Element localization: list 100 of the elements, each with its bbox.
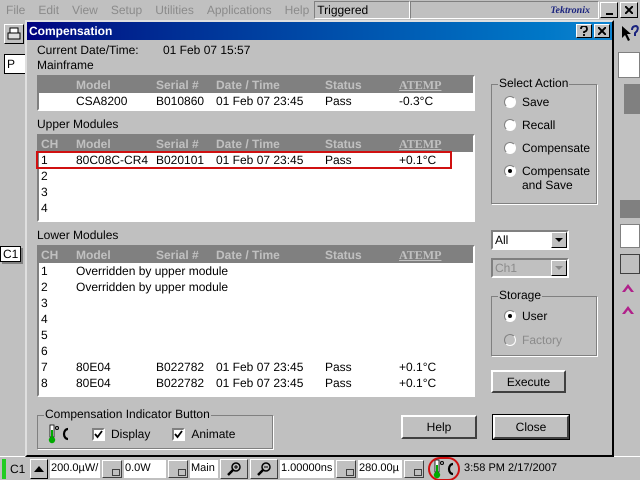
- spin-control-icon[interactable]: [102, 460, 122, 478]
- column-header: CH: [40, 247, 60, 264]
- table-cell-text: 7: [40, 359, 49, 376]
- table-cell-text: 01 Feb 07 23:45: [215, 375, 304, 392]
- table-row[interactable]: 2 Overridden by upper module: [39, 279, 473, 295]
- table-row[interactable]: 8 80E04 B022782 01 Feb 07 23:45 Pass +0.1°C: [39, 375, 473, 391]
- table-row[interactable]: CSA8200 B010860 01 Feb 07 23:45 Pass -0.3°C: [39, 93, 473, 109]
- table-row[interactable]: 4: [39, 200, 473, 216]
- column-header: Status: [324, 136, 363, 153]
- radio-button[interactable]: [504, 310, 516, 322]
- section-label: Mainframe: [37, 58, 95, 73]
- radio-button[interactable]: [504, 119, 516, 131]
- table-cell-text: B022782: [155, 375, 206, 392]
- column-header: Model: [75, 247, 112, 264]
- radio-button[interactable]: [504, 96, 516, 108]
- minimize-button[interactable]: [600, 2, 618, 18]
- column-header: Serial #: [155, 136, 200, 153]
- thermometer-icon: [433, 458, 455, 478]
- table-row[interactable]: 1 Overridden by upper module: [39, 263, 473, 279]
- table-cell-text: 2: [40, 279, 49, 296]
- table-cell-text: +0.1°C: [398, 152, 438, 169]
- column-header: ATEMP: [398, 136, 442, 153]
- value-field[interactable]: 280.00µ: [358, 460, 402, 478]
- value-field[interactable]: 0.0W: [124, 460, 166, 478]
- radio-label: Recall: [522, 118, 556, 132]
- spin-control-icon[interactable]: [336, 460, 356, 478]
- column-header: CH: [40, 136, 60, 153]
- column-header: Status: [324, 77, 363, 94]
- table-row[interactable]: 6: [39, 343, 473, 359]
- zoom-out-button[interactable]: [250, 458, 278, 478]
- group-label: Compensation Indicator Button: [44, 407, 211, 422]
- table-row[interactable]: 3: [39, 184, 473, 200]
- execute-button[interactable]: Execute: [491, 370, 566, 393]
- scroll-block: [624, 84, 640, 114]
- close-button[interactable]: [594, 24, 610, 38]
- table-cell-text: 01 Feb 07 23:45: [215, 93, 304, 110]
- radio-label: Save: [522, 95, 550, 109]
- radio-button[interactable]: [504, 142, 516, 154]
- checkbox-label: Display: [111, 426, 150, 443]
- table-row[interactable]: 1 80C08C-CR4 B020101 01 Feb 07 23:45 Pass +0.1°C: [37, 152, 451, 168]
- table-cell-text: Pass: [324, 93, 353, 110]
- dialog-button[interactable]: Help: [401, 415, 477, 439]
- table-cell-text: 80E04: [75, 359, 112, 376]
- value-field[interactable]: 1.00000ns: [280, 460, 334, 478]
- zoom-in-icon: [226, 460, 242, 476]
- value-field[interactable]: Main: [190, 460, 218, 478]
- printer-icon[interactable]: [4, 24, 24, 44]
- help-cursor-icon[interactable]: [620, 24, 640, 44]
- table-cell-text: -0.3°C: [398, 93, 434, 110]
- table-cell-text: Pass: [324, 375, 353, 392]
- table-row[interactable]: 4: [39, 311, 473, 327]
- column-header: ATEMP: [398, 77, 442, 94]
- table-cell-text: +0.1°C: [398, 359, 438, 376]
- table-cell-text: CSA8200: [75, 93, 128, 110]
- panel-tab[interactable]: [620, 224, 640, 248]
- table-row[interactable]: 3: [39, 295, 473, 311]
- column-header: Date / Time: [215, 136, 281, 153]
- trigger-status: Triggered: [314, 1, 410, 19]
- help-button[interactable]: [576, 24, 592, 38]
- column-header: Serial #: [155, 77, 200, 94]
- channel-marker[interactable]: C1: [0, 246, 22, 262]
- column-header: Serial #: [155, 247, 200, 264]
- dropdown-value: All: [494, 232, 510, 248]
- column-header: ATEMP: [398, 247, 442, 264]
- zoom-in-button[interactable]: [220, 458, 248, 478]
- close-icon: [598, 27, 606, 35]
- up-arrow-button[interactable]: [30, 458, 48, 478]
- dropdown[interactable]: All: [491, 230, 569, 250]
- radio-label: Compensate and Save: [522, 164, 592, 192]
- close-button[interactable]: [620, 2, 638, 18]
- table-cell-text: 80C08C-CR4: [75, 152, 150, 169]
- column-header: Date / Time: [215, 77, 281, 94]
- compensation-indicator-button[interactable]: [430, 458, 458, 478]
- checkbox[interactable]: [92, 428, 105, 440]
- panel-tab[interactable]: [620, 254, 640, 274]
- brand-logo: Tektronix: [550, 4, 590, 18]
- table-cell-text: B022782: [155, 359, 206, 376]
- status-channel: C1: [9, 460, 26, 478]
- column-header: Model: [75, 136, 112, 153]
- column-header: Status: [324, 247, 363, 264]
- table-cell-text: 8: [40, 375, 49, 392]
- column-header: Date / Time: [215, 247, 281, 264]
- value-field[interactable]: 200.0µW/: [50, 460, 100, 478]
- spin-control-icon[interactable]: [168, 460, 188, 478]
- table-row[interactable]: 5: [39, 327, 473, 343]
- table-cell-text: B020101: [155, 152, 206, 169]
- table-row[interactable]: 2: [39, 168, 473, 184]
- radio-button[interactable]: [504, 165, 516, 177]
- radio-label: Compensate: [522, 141, 592, 155]
- column-header: Model: [75, 77, 112, 94]
- dialog-button[interactable]: Close: [493, 415, 569, 439]
- spin-control-icon[interactable]: [404, 460, 424, 478]
- section-label: Lower Modules: [37, 228, 120, 243]
- status-time: 3:58 PM 2/17/2007: [464, 461, 557, 476]
- table-row[interactable]: 7 80E04 B022782 01 Feb 07 23:45 Pass +0.1°C: [39, 359, 473, 375]
- checkbox[interactable]: [172, 428, 186, 440]
- thermometer-icon: [48, 424, 70, 444]
- side-field[interactable]: P: [4, 54, 26, 74]
- radio-label: User: [522, 309, 548, 323]
- table-cell-text: +0.1°C: [398, 375, 438, 392]
